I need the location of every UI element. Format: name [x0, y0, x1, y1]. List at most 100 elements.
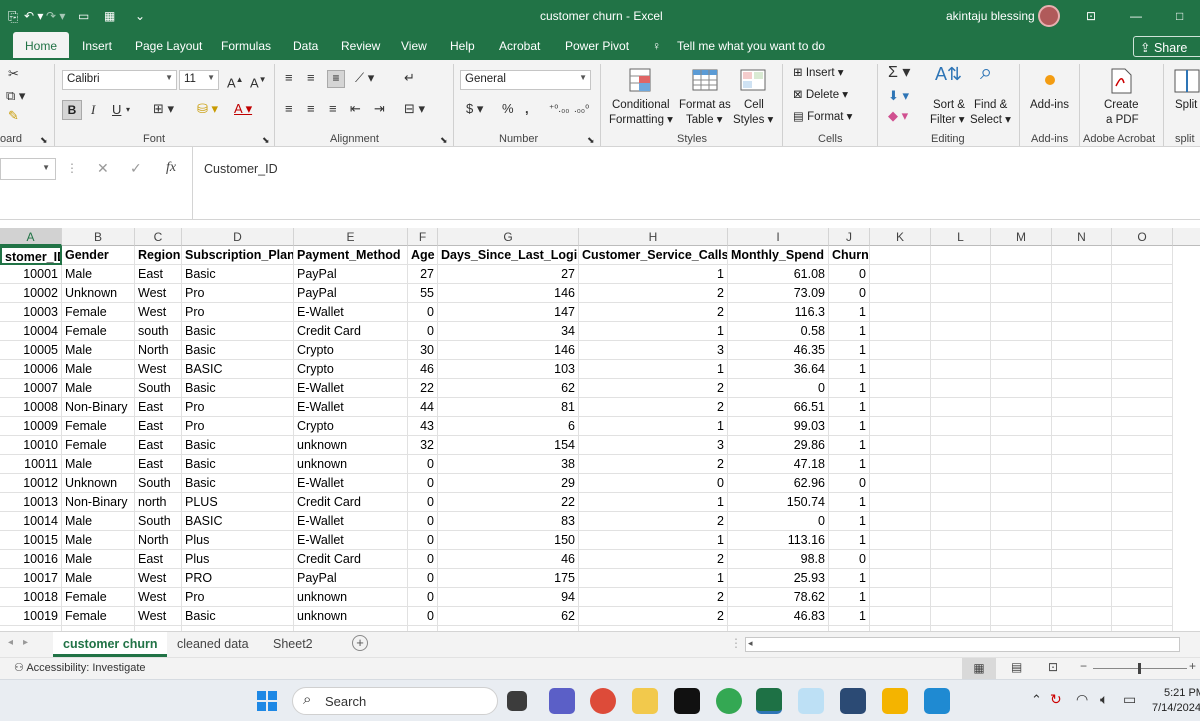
wrap-text-icon[interactable]: ↵ — [404, 70, 415, 86]
data-cell[interactable]: 0 — [408, 569, 438, 588]
header-cell[interactable]: Gender — [62, 246, 135, 265]
data-cell[interactable]: 83 — [438, 512, 579, 531]
data-cell[interactable]: 99.03 — [728, 417, 829, 436]
data-cell[interactable]: 1 — [829, 493, 870, 512]
data-cell[interactable]: Male — [62, 265, 135, 284]
format-as-table-label1[interactable]: Format as — [679, 98, 731, 113]
empty-cell[interactable] — [991, 455, 1052, 474]
data-cell[interactable]: 0 — [579, 474, 728, 493]
sheet-tab-customer-churn[interactable]: customer churn — [53, 632, 168, 657]
create-pdf-icon[interactable] — [1106, 66, 1136, 96]
empty-cell[interactable] — [870, 303, 931, 322]
chevron-down-icon[interactable]: ▾ — [126, 102, 130, 118]
data-cell[interactable]: 2 — [579, 398, 728, 417]
zoom-in-button[interactable]: + — [1189, 659, 1196, 673]
data-cell[interactable]: 0 — [408, 474, 438, 493]
align-middle-icon[interactable]: ≡ — [307, 70, 315, 86]
data-cell[interactable]: 10008 — [0, 398, 62, 417]
empty-cell[interactable] — [1112, 246, 1173, 265]
empty-cell[interactable] — [991, 436, 1052, 455]
data-cell[interactable]: 1 — [829, 417, 870, 436]
data-cell[interactable]: 0 — [408, 588, 438, 607]
tab-review[interactable]: Review — [341, 39, 380, 53]
data-cell[interactable]: E-Wallet — [294, 474, 408, 493]
empty-cell[interactable] — [1052, 417, 1112, 436]
empty-cell[interactable] — [1052, 512, 1112, 531]
column-header-m[interactable]: M — [991, 228, 1052, 246]
data-cell[interactable]: 46.35 — [728, 341, 829, 360]
empty-cell[interactable] — [931, 531, 991, 550]
data-cell[interactable]: 113.16 — [728, 531, 829, 550]
data-cell[interactable]: E-Wallet — [294, 303, 408, 322]
data-cell[interactable]: East — [135, 398, 182, 417]
increase-font-icon[interactable]: A▲ — [227, 72, 244, 91]
data-cell[interactable]: 1 — [579, 265, 728, 284]
tab-insert[interactable]: Insert — [82, 39, 112, 53]
data-cell[interactable]: 10007 — [0, 379, 62, 398]
data-cell[interactable]: Male — [62, 531, 135, 550]
empty-cell[interactable] — [1112, 550, 1173, 569]
minimize-button[interactable]: — — [1130, 9, 1142, 23]
data-cell[interactable]: 46 — [408, 360, 438, 379]
empty-cell[interactable] — [1052, 303, 1112, 322]
data-cell[interactable]: 27 — [438, 265, 579, 284]
tab-page-layout[interactable]: Page Layout — [135, 39, 202, 53]
align-right-icon[interactable]: ≡ — [329, 101, 337, 117]
percent-icon[interactable]: % — [502, 101, 514, 117]
empty-cell[interactable] — [931, 455, 991, 474]
empty-cell[interactable] — [870, 265, 931, 284]
data-cell[interactable]: E-Wallet — [294, 379, 408, 398]
column-header-c[interactable]: C — [135, 228, 182, 246]
data-cell[interactable]: Plus — [182, 550, 294, 569]
empty-cell[interactable] — [870, 417, 931, 436]
data-cell[interactable]: 1 — [829, 379, 870, 398]
empty-cell[interactable] — [1052, 360, 1112, 379]
data-cell[interactable]: 0 — [408, 303, 438, 322]
align-bottom-icon[interactable]: ≡ — [327, 70, 345, 88]
data-cell[interactable]: 0 — [408, 493, 438, 512]
empty-cell[interactable] — [931, 493, 991, 512]
data-cell[interactable]: East — [135, 550, 182, 569]
page-break-view-icon[interactable]: ⊡ — [1048, 660, 1058, 674]
data-cell[interactable]: Basic — [182, 474, 294, 493]
empty-cell[interactable] — [931, 588, 991, 607]
empty-cell[interactable] — [1052, 474, 1112, 493]
data-cell[interactable]: Credit Card — [294, 322, 408, 341]
conditional-formatting-label2[interactable]: Formatting ▾ — [609, 113, 673, 128]
data-cell[interactable]: South — [135, 512, 182, 531]
data-cell[interactable]: Basic — [182, 455, 294, 474]
data-cell[interactable]: 43 — [408, 417, 438, 436]
data-cell[interactable]: Non-Binary — [62, 398, 135, 417]
empty-cell[interactable] — [991, 474, 1052, 493]
header-cell[interactable]: Payment_Method — [294, 246, 408, 265]
decrease-font-icon[interactable]: A▼ — [250, 72, 267, 91]
snipping-tool-icon[interactable] — [798, 688, 824, 714]
data-cell[interactable]: PayPal — [294, 284, 408, 303]
data-cell[interactable]: 10013 — [0, 493, 62, 512]
data-cell[interactable]: 10018 — [0, 588, 62, 607]
column-header-d[interactable]: D — [182, 228, 294, 246]
file-explorer-icon[interactable] — [632, 688, 658, 714]
data-cell[interactable]: Pro — [182, 284, 294, 303]
data-cell[interactable]: 0 — [829, 265, 870, 284]
zoom-out-button[interactable]: − — [1080, 659, 1087, 673]
conditional-formatting-label1[interactable]: Conditional — [612, 98, 670, 113]
data-cell[interactable]: Male — [62, 569, 135, 588]
empty-cell[interactable] — [991, 341, 1052, 360]
data-cell[interactable]: Plus — [182, 531, 294, 550]
zoom-slider-thumb[interactable] — [1138, 663, 1141, 674]
decrease-decimal-icon[interactable]: .₀₀⁰ — [574, 102, 589, 118]
italic-button[interactable]: I — [91, 102, 95, 118]
data-cell[interactable]: 1 — [579, 360, 728, 379]
data-cell[interactable]: 0 — [829, 474, 870, 493]
data-cell[interactable]: Credit Card — [294, 493, 408, 512]
column-header-o[interactable]: O — [1112, 228, 1173, 246]
data-cell[interactable]: 10012 — [0, 474, 62, 493]
tab-view[interactable]: View — [401, 39, 427, 53]
empty-cell[interactable] — [1112, 512, 1173, 531]
data-cell[interactable]: 0 — [408, 607, 438, 626]
data-cell[interactable]: 10014 — [0, 512, 62, 531]
align-left-icon[interactable]: ≡ — [285, 101, 293, 117]
data-cell[interactable]: Male — [62, 379, 135, 398]
data-cell[interactable]: 0 — [829, 550, 870, 569]
